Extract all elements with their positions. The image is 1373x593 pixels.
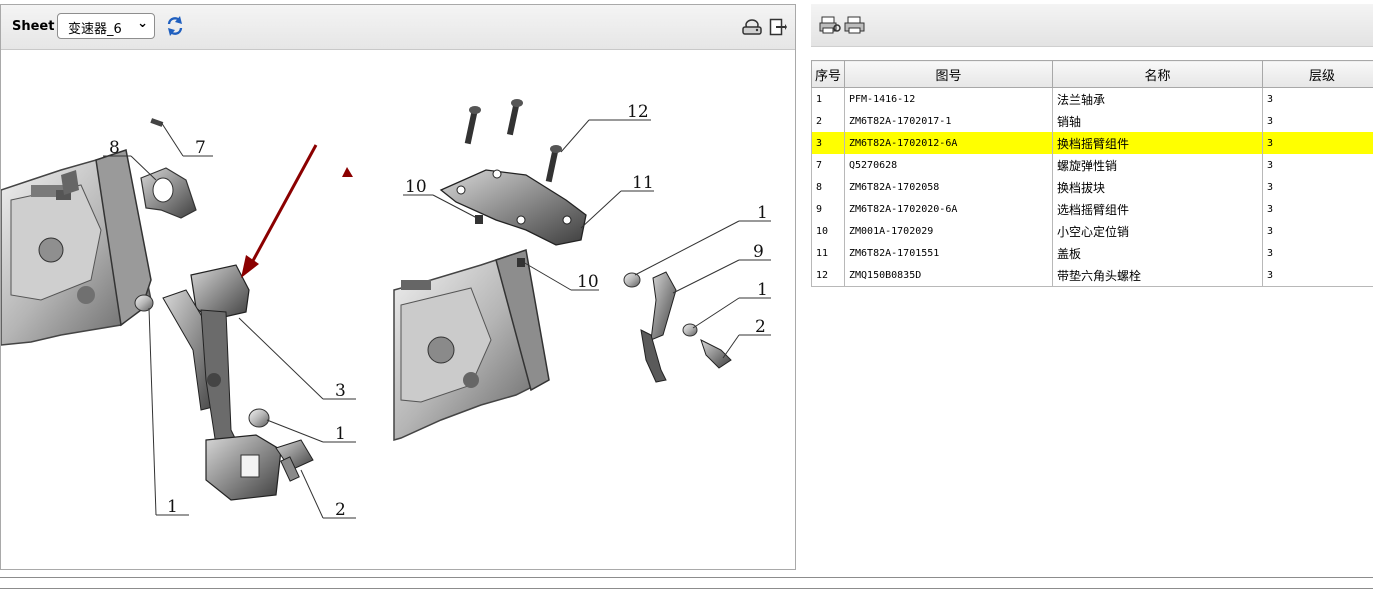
callout-label[interactable]: 2 — [335, 500, 346, 520]
cell-name: 选档摇臂组件 — [1052, 198, 1263, 220]
cell-seq: 7 — [811, 154, 845, 176]
cell-part-no: ZM6T82A-1701551 — [844, 242, 1053, 264]
sheet-label: Sheet — [12, 19, 55, 34]
part-8-shift-block — [140, 167, 197, 219]
callout-label[interactable]: 3 — [335, 381, 346, 401]
part-12-bolts — [464, 99, 562, 183]
cell-name: 盖板 — [1052, 242, 1263, 264]
refresh-icon[interactable] — [165, 15, 185, 37]
cell-part-no: ZM6T82A-1702020-6A — [844, 198, 1053, 220]
column-header-seq[interactable]: 序号 — [811, 60, 845, 88]
right-gearbox-housing — [393, 249, 550, 441]
table-header-row: 序号 图号 名称 层级 — [811, 60, 1373, 88]
left-gearbox-housing — [1, 149, 152, 346]
cell-name: 换档摇臂组件 — [1052, 132, 1263, 154]
column-header-level[interactable]: 层级 — [1262, 60, 1373, 88]
diagram-svg: 1 2 3 1 7 8 12 10 11 10 1 9 1 2 — [1, 99, 771, 520]
cell-seq: 10 — [811, 220, 845, 242]
chevron-down-icon: ⌄ — [137, 16, 148, 31]
marker-triangle — [342, 167, 353, 177]
part-9-selector-rocker-arm — [623, 271, 732, 383]
cell-level: 3 — [1262, 87, 1373, 110]
cell-level: 3 — [1262, 198, 1373, 220]
callout-label[interactable]: 1 — [757, 280, 768, 300]
table-row[interactable]: 11 ZM6T82A-1701551 盖板 3 — [811, 242, 1373, 264]
cell-level: 3 — [1262, 220, 1373, 242]
cell-name: 带垫六角头螺栓 — [1052, 264, 1263, 287]
table-row[interactable]: 7 Q5270628 螺旋弹性销 3 — [811, 154, 1373, 176]
callout-label[interactable]: 8 — [109, 138, 120, 158]
viewer-toolbar: Sheet 变速器_6 ⌄ — [1, 5, 795, 50]
column-header-part-no[interactable]: 图号 — [844, 60, 1053, 88]
callout-label[interactable]: 10 — [405, 177, 427, 197]
bottom-status-strip — [0, 577, 1373, 589]
cell-level: 3 — [1262, 110, 1373, 132]
cell-seq: 9 — [811, 198, 845, 220]
print-icon[interactable] — [844, 16, 866, 34]
cell-part-no: ZM001A-1702029 — [844, 220, 1053, 242]
highlight-arrow-head — [241, 255, 259, 278]
cell-seq: 3 — [811, 132, 845, 154]
cell-name: 换档拔块 — [1052, 176, 1263, 198]
sheet-select[interactable]: 变速器_6 ⌄ — [57, 13, 155, 39]
exit-icon[interactable] — [769, 17, 787, 37]
parts-table: 序号 图号 名称 层级 1 PFM-1416-12 法兰轴承 3 2 ZM6T8… — [811, 60, 1373, 287]
cell-seq: 8 — [811, 176, 845, 198]
cell-part-no: ZM6T82A-1702012-6A — [844, 132, 1053, 154]
callout-label[interactable]: 1 — [167, 497, 178, 517]
callout-label[interactable]: 1 — [757, 203, 768, 223]
parts-toolbar — [811, 4, 1373, 47]
callout-label[interactable]: 10 — [577, 272, 599, 292]
highlight-arrow — [247, 144, 318, 269]
part-1-bushing — [248, 408, 270, 428]
callout-label[interactable]: 1 — [335, 424, 346, 444]
part-2-pin-shaft — [275, 439, 314, 482]
table-row[interactable]: 2 ZM6T82A-1702017-1 销轴 3 — [811, 110, 1373, 132]
cell-level: 3 — [1262, 264, 1373, 287]
print-icon[interactable] — [741, 17, 763, 37]
callout-label[interactable]: 12 — [627, 102, 649, 122]
table-row[interactable]: 10 ZM001A-1702029 小空心定位销 3 — [811, 220, 1373, 242]
cell-name: 螺旋弹性销 — [1052, 154, 1263, 176]
table-row[interactable]: 12 ZMQ150B0835D 带垫六角头螺栓 3 — [811, 264, 1373, 287]
drawing-viewer: Sheet 变速器_6 ⌄ 1 2 3 1 7 8 12 10 11 10 1 … — [0, 4, 796, 570]
part-10-hollow-pin — [475, 215, 483, 224]
cell-name: 销轴 — [1052, 110, 1263, 132]
table-row-selected[interactable]: 3 ZM6T82A-1702012-6A 换档摇臂组件 3 — [811, 132, 1373, 154]
cell-seq: 2 — [811, 110, 845, 132]
cell-part-no: ZM6T82A-1702058 — [844, 176, 1053, 198]
print-preview-icon[interactable] — [819, 16, 841, 34]
cell-level: 3 — [1262, 242, 1373, 264]
table-row[interactable]: 1 PFM-1416-12 法兰轴承 3 — [811, 87, 1373, 110]
cell-level: 3 — [1262, 154, 1373, 176]
callout-label[interactable]: 9 — [753, 242, 764, 262]
cell-part-no: ZMQ150B0835D — [844, 264, 1053, 287]
table-row[interactable]: 9 ZM6T82A-1702020-6A 选档摇臂组件 3 — [811, 198, 1373, 220]
callout-label[interactable]: 11 — [632, 173, 654, 193]
callout-label[interactable]: 2 — [755, 317, 766, 337]
cell-part-no: Q5270628 — [844, 154, 1053, 176]
cell-name: 法兰轴承 — [1052, 87, 1263, 110]
part-1-bushing — [134, 294, 154, 312]
cell-part-no: PFM-1416-12 — [844, 87, 1053, 110]
table-row[interactable]: 8 ZM6T82A-1702058 换档拔块 3 — [811, 176, 1373, 198]
cell-seq: 11 — [811, 242, 845, 264]
cell-part-no: ZM6T82A-1702017-1 — [844, 110, 1053, 132]
cell-level: 3 — [1262, 176, 1373, 198]
column-header-name[interactable]: 名称 — [1052, 60, 1263, 88]
cell-level: 3 — [1262, 132, 1373, 154]
exploded-parts-diagram[interactable]: 1 2 3 1 7 8 12 10 11 10 1 9 1 2 — [1, 50, 795, 569]
cell-seq: 1 — [811, 87, 845, 110]
sheet-select-value: 变速器_6 — [68, 22, 122, 37]
callout-label[interactable]: 7 — [195, 138, 206, 158]
cell-seq: 12 — [811, 264, 845, 287]
cell-name: 小空心定位销 — [1052, 220, 1263, 242]
part-3-shift-rocker-arm — [162, 264, 282, 501]
part-11-cover-plate — [439, 169, 587, 246]
